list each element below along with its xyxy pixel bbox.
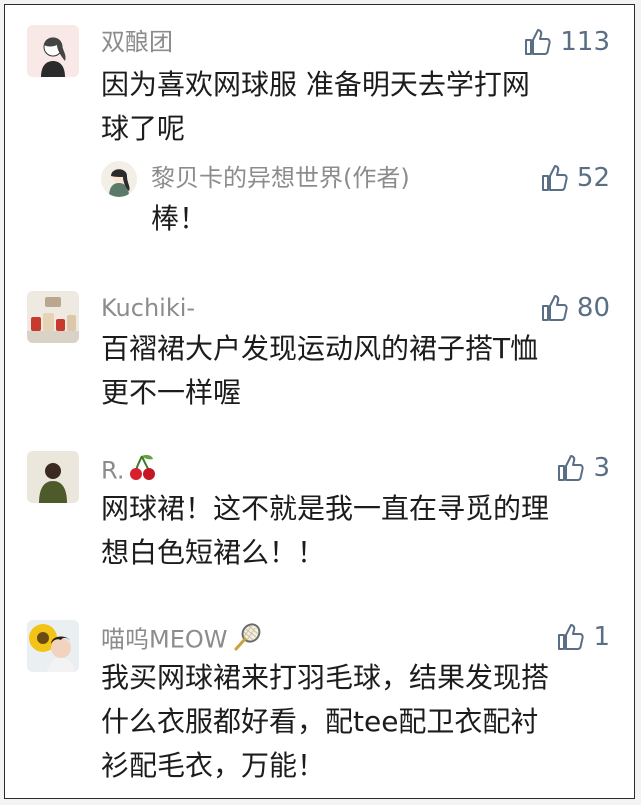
like-count: 1 xyxy=(593,622,610,652)
like-count: 52 xyxy=(576,163,610,193)
comment-text: 网球裙！这不就是我一直在寻觅的理 想白色短裙么！！ xyxy=(101,487,621,575)
author-reply-name[interactable]: 黎贝卡的异想世界(作者) xyxy=(151,163,410,193)
like-button[interactable]: 3 xyxy=(555,453,610,483)
commenter-name[interactable]: Kuchiki- xyxy=(101,293,195,323)
comment-line: 衫配毛衣，万能！ xyxy=(101,749,326,782)
like-count: 3 xyxy=(593,453,610,483)
comment-line: 因为喜欢网球服 准备明天去学打网 xyxy=(101,68,530,101)
like-count: 80 xyxy=(576,293,610,323)
commenter-name-text: R. xyxy=(101,456,125,485)
thumbs-up-icon xyxy=(558,455,585,481)
thumbs-up-icon xyxy=(525,29,551,55)
commenter-name[interactable]: 双酿团 xyxy=(101,27,173,57)
girl-sketch-avatar[interactable] xyxy=(27,25,79,77)
comment-text: 百褶裙大户发现运动风的裙子搭T恤 更不一样喔 xyxy=(101,327,621,415)
comment-text: 因为喜欢网球服 准备明天去学打网 球了呢 xyxy=(101,63,621,151)
thumbs-up-icon xyxy=(558,624,585,650)
girl-illustration-avatar[interactable] xyxy=(101,161,137,197)
like-button[interactable]: 80 xyxy=(539,293,610,323)
comment-text: 我买网球裙来打羽毛球，结果发现搭 什么衣服都好看，配tee配卫衣配衬 衫配毛衣，… xyxy=(101,656,621,788)
sunflower-avatar[interactable] xyxy=(27,620,79,672)
reply-text: 棒！ xyxy=(151,197,641,241)
comment-line: 网球裙！这不就是我一直在寻觅的理 xyxy=(101,492,550,525)
comment-line: 想白色短裙么！！ xyxy=(101,536,326,569)
comment-line: 百褶裙大户发现运动风的裙子搭T恤 xyxy=(101,332,539,365)
like-button[interactable]: 1 xyxy=(555,622,610,652)
like-button[interactable]: 113 xyxy=(522,27,610,57)
commenter-name[interactable]: R. xyxy=(101,453,158,490)
like-button[interactable]: 52 xyxy=(539,163,610,193)
comment-line: 我买网球裙来打羽毛球，结果发现搭 xyxy=(101,661,550,694)
cherry-icon xyxy=(128,453,158,490)
thumbs-up-icon xyxy=(541,295,568,321)
comment-line: 球了呢 xyxy=(101,112,186,145)
jars-avatar[interactable] xyxy=(27,291,79,343)
tennis-racket-icon xyxy=(232,622,262,659)
thumbs-up-icon xyxy=(541,165,568,191)
comment-panel: 双酿团 113 因为喜欢网球服 准备明天去学打网 球了呢 黎贝卡的异想世界(作者… xyxy=(4,4,635,799)
commenter-name[interactable]: 喵呜MEOW xyxy=(101,622,262,659)
comment-line: 更不一样喔 xyxy=(101,376,242,409)
comment-line: 棒！ xyxy=(151,202,208,235)
green-coat-avatar[interactable] xyxy=(27,451,79,503)
like-count: 113 xyxy=(560,27,610,57)
comment-line: 什么衣服都好看，配tee配卫衣配衬 xyxy=(101,705,539,738)
commenter-name-text: 喵呜MEOW xyxy=(101,625,228,654)
